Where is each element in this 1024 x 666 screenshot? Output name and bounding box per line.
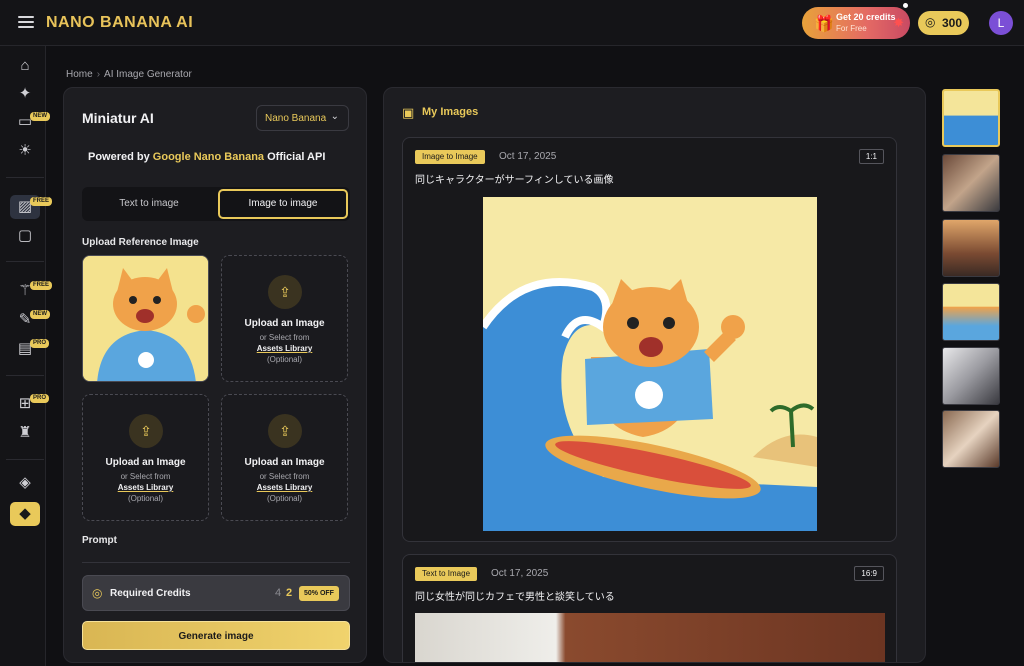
powered-by: Powered by Google Nano Banana Official A… <box>88 151 325 163</box>
card-caption: 同じ女性が同じカフェで男性と談笑している <box>415 592 615 603</box>
thumbnail-cafe-woman[interactable] <box>942 410 1000 468</box>
promo-title: Get 20 credits <box>836 12 896 22</box>
upload-optional: (Optional) <box>266 355 303 364</box>
nav-divider <box>6 375 44 376</box>
upload-slot-4[interactable]: ⇪ Upload an Image or Select from Assets … <box>221 394 348 521</box>
coins-icon: ◎ <box>925 15 936 29</box>
new-badge: NEW <box>30 112 50 121</box>
coins-icon: ◎ <box>92 586 103 600</box>
upload-optional: (Optional) <box>266 494 303 503</box>
thumbnail-office[interactable] <box>942 347 1000 405</box>
surfing-cat-image <box>483 197 817 531</box>
model-select-value: Nano Banana <box>265 113 327 124</box>
side-nav: ⌂ ✦ ▭ NEW ☀ ▨ FREE ▢ ⚚ FREE ✎ NEW ▤ PRO … <box>0 46 53 666</box>
tab-text-to-image[interactable]: Text to image <box>84 189 214 219</box>
prompt-label: Prompt <box>82 535 117 546</box>
discount-badge: 50% OFF <box>299 586 339 601</box>
bulb-icon[interactable]: ☀ <box>10 139 40 163</box>
generate-button[interactable]: Generate image <box>82 621 350 650</box>
credits-discounted: 2 <box>286 587 293 599</box>
free-badge: FREE <box>30 281 53 290</box>
thumbnail-cat[interactable] <box>942 283 1000 341</box>
upload-or-select: or Select from <box>120 472 171 481</box>
generated-image[interactable] <box>483 197 817 531</box>
required-credits-label: Required Credits <box>110 588 191 599</box>
upload-optional: (Optional) <box>127 494 164 503</box>
breadcrumb: Home › AI Image Generator <box>66 69 192 80</box>
sparkle-icon: ✸ <box>893 15 904 30</box>
card-caption: 同じキャラクターがサーフィンしている画像 <box>415 175 614 186</box>
video-camera-icon[interactable]: ▢ <box>10 224 40 248</box>
upload-title: Upload an Image <box>244 318 325 329</box>
new-badge: NEW <box>30 310 50 319</box>
thumbnail-sunset-street[interactable] <box>942 219 1000 277</box>
upload-slot-2[interactable]: ⇪ Upload an Image or Select from Assets … <box>221 255 348 382</box>
upload-or-select: or Select from <box>259 472 310 481</box>
model-select[interactable]: Nano Banana ⌄ <box>256 105 349 131</box>
required-credits: ◎ Required Credits 4 2 50% OFF <box>82 575 350 611</box>
aspect-ratio-badge: 16:9 <box>854 566 884 581</box>
avatar[interactable]: L <box>989 11 1013 35</box>
breadcrumb-home[interactable]: Home <box>66 69 93 80</box>
generated-image[interactable] <box>415 613 885 662</box>
home-icon[interactable]: ⌂ <box>10 54 40 78</box>
brand-logo[interactable]: NANO BANANA AI <box>46 14 193 32</box>
upload-title: Upload an Image <box>105 457 186 468</box>
cat-thumbnail <box>83 256 208 381</box>
upload-cloud-icon: ⇪ <box>268 275 302 309</box>
credits-balance[interactable]: ◎ 300 <box>918 11 969 35</box>
tab-image-to-image[interactable]: Image to image <box>218 189 348 219</box>
gift-icon: 🎁 <box>814 16 834 33</box>
credits-count: 300 <box>942 16 963 30</box>
aspect-ratio-badge: 1:1 <box>858 149 884 164</box>
promo-subtitle: For Free <box>836 24 867 33</box>
nav-divider <box>6 261 44 262</box>
chevron-down-icon: ⌄ <box>330 111 339 122</box>
upload-title: Upload an Image <box>244 457 325 468</box>
gallery-icon: ▣ <box>402 105 415 120</box>
nav-divider <box>6 459 44 460</box>
mode-tabs: Text to image Image to image <box>82 187 350 221</box>
diamond-icon[interactable]: ◆ <box>10 502 40 526</box>
mode-badge: Image to Image <box>415 150 485 164</box>
generator-panel: Miniatur AI Nano Banana ⌄ Powered by Goo… <box>63 87 367 663</box>
pro-badge: PRO <box>30 339 50 348</box>
promo-credits-button[interactable]: 🎁 Get 20 credits For Free ✸ <box>802 7 910 39</box>
thumbnail-surfing-cat[interactable] <box>942 89 1000 147</box>
powered-suffix: Official API <box>264 151 326 163</box>
credits-original: 4 <box>275 587 282 599</box>
assets-library-link[interactable]: Assets Library <box>83 483 208 492</box>
powered-brand: Google Nano Banana <box>152 151 265 163</box>
assets-library-link[interactable]: Assets Library <box>222 483 347 492</box>
mode-badge: Text to Image <box>415 567 478 581</box>
powered-prefix: Powered by <box>88 151 153 163</box>
reference-image-1[interactable] <box>82 255 209 382</box>
sparkle-icon[interactable]: ✦ <box>10 82 40 106</box>
breadcrumb-separator: › <box>96 69 101 80</box>
assets-library-link[interactable]: Assets Library <box>222 344 347 353</box>
card-date: Oct 17, 2025 <box>491 568 549 579</box>
image-card[interactable]: Image to Image Oct 17, 2025 1:1 同じキャラクター… <box>402 137 897 542</box>
upload-or-select: or Select from <box>259 333 310 342</box>
upload-slot-3[interactable]: ⇪ Upload an Image or Select from Assets … <box>82 394 209 521</box>
pro-badge: PRO <box>30 394 50 403</box>
upload-label: Upload Reference Image <box>82 237 199 248</box>
menu-icon[interactable] <box>18 16 34 29</box>
upload-cloud-icon: ⇪ <box>129 414 163 448</box>
my-images-panel: ▣ My Images Image to Image Oct 17, 2025 … <box>383 87 926 663</box>
card-date: Oct 17, 2025 <box>499 151 557 162</box>
robot-icon[interactable]: ♜ <box>10 421 40 445</box>
upload-cloud-icon: ⇪ <box>268 414 302 448</box>
model-title: Miniatur AI <box>82 110 154 126</box>
layers-icon[interactable]: ◈ <box>10 471 40 495</box>
my-images-title: My Images <box>422 106 479 118</box>
free-badge: FREE <box>30 197 53 206</box>
notification-dot <box>903 3 908 8</box>
image-card[interactable]: Text to Image Oct 17, 2025 16:9 同じ女性が同じカ… <box>402 554 897 662</box>
breadcrumb-current: AI Image Generator <box>104 69 192 80</box>
nav-divider <box>6 177 44 178</box>
top-bar: NANO BANANA AI 🎁 Get 20 credits For Free… <box>0 0 1024 46</box>
thumbnail-cafe-couple[interactable] <box>942 154 1000 212</box>
prompt-input[interactable] <box>82 562 350 563</box>
